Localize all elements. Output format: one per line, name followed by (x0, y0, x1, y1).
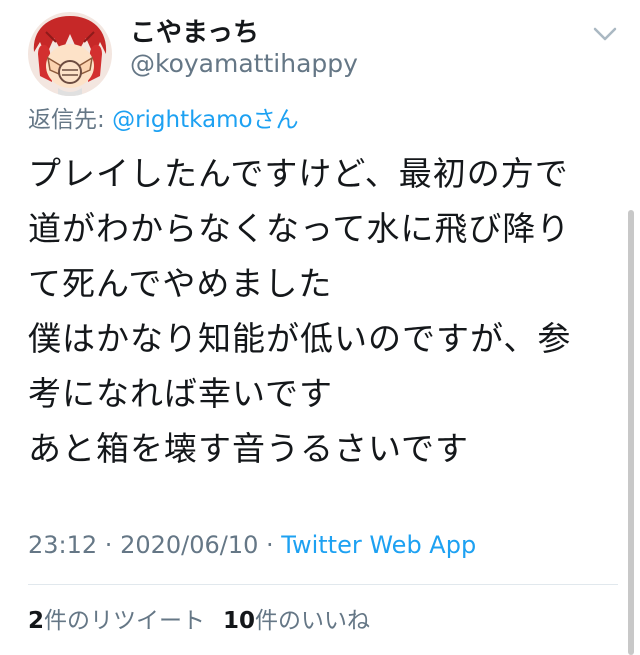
like-label: 件のいいね (255, 608, 371, 634)
retweet-count: 2 (28, 608, 45, 634)
display-name[interactable]: こやまっち (130, 16, 259, 50)
meta-separator: · (258, 531, 282, 559)
reply-context: 返信先: @rightkamoさん (28, 104, 299, 136)
retweet-stat[interactable]: 2件のリツイート (28, 608, 205, 634)
avatar[interactable] (28, 12, 112, 96)
tweet-text-line: プレイしたんですけど、最初の方で (28, 154, 569, 193)
reply-prefix: 返信先: (28, 107, 113, 133)
tweet-text: プレイしたんですけど、最初の方で 道がわからなくなって水に飛び降り て死んでやめ… (28, 146, 608, 476)
user-handle[interactable]: @koyamattihappy (130, 48, 358, 80)
tweet-stats: 2件のリツイート 10件のいいね (28, 604, 370, 638)
chevron-down-icon[interactable] (592, 24, 618, 44)
tweet-text-line: 考になれば幸いです (28, 374, 334, 413)
tweet-time[interactable]: 23:12 (28, 531, 97, 559)
scrollbar[interactable] (628, 210, 634, 655)
reply-to-link[interactable]: @rightkamoさん (112, 107, 299, 133)
avatar-image (28, 12, 112, 96)
like-stat[interactable]: 10件のいいね (223, 608, 370, 634)
tweet-date[interactable]: 2020/06/10 (120, 531, 258, 559)
meta-separator: · (97, 531, 121, 559)
retweet-label: 件のリツイート (44, 608, 206, 634)
tweet-text-line: 道がわからなくなって水に飛び降り (28, 209, 571, 248)
like-count: 10 (223, 608, 256, 634)
divider (28, 584, 618, 585)
tweet-text-line: 僕はかなり知能が低いのですが、参 (28, 319, 572, 358)
tweet-text-line: て死んでやめました (28, 264, 333, 303)
tweet-text-line: あと箱を壊す音うるさいです (28, 429, 470, 468)
tweet-source-link[interactable]: Twitter Web App (281, 531, 476, 559)
tweet-metadata: 23:12 · 2020/06/10 · Twitter Web App (28, 528, 476, 562)
